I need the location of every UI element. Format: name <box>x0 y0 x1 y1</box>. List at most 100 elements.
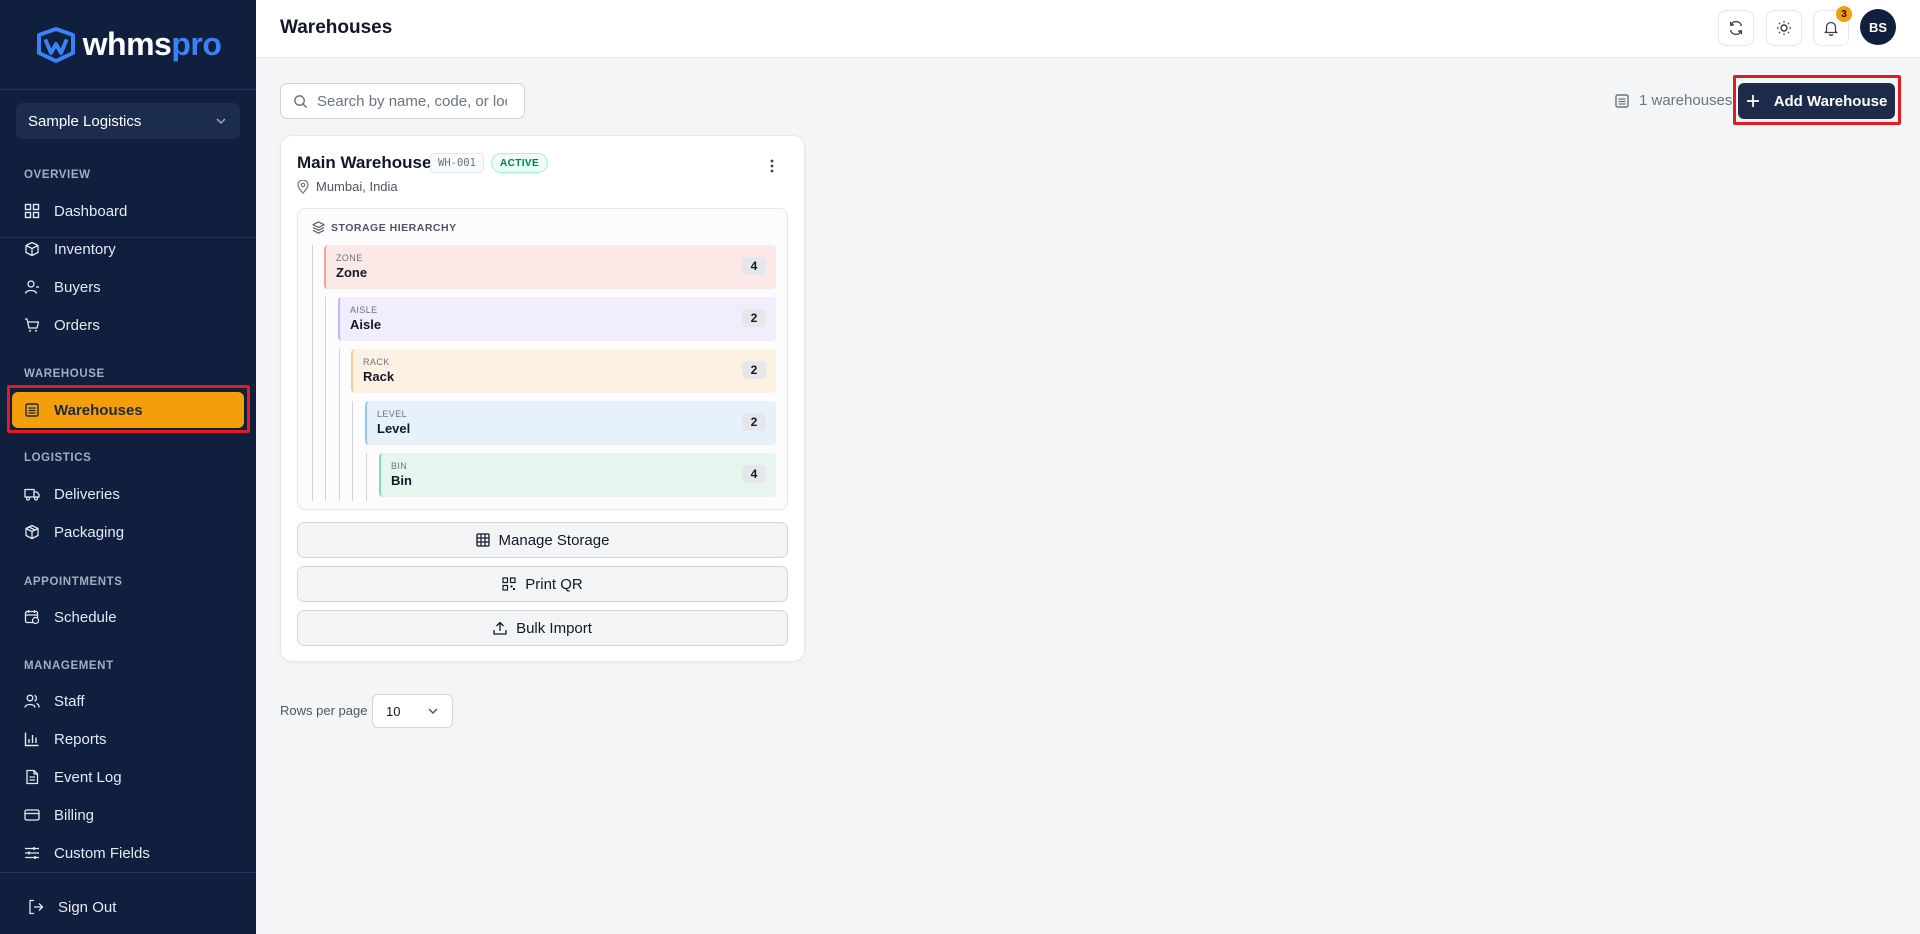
sidebar-item-label: Dashboard <box>54 202 128 220</box>
manage-storage-button[interactable]: Manage Storage <box>297 522 788 558</box>
map-pin-icon <box>297 179 309 194</box>
hierarchy-level-level[interactable]: LEVEL Level 2 <box>365 401 776 445</box>
file-text-icon <box>26 769 39 785</box>
section-label-overview: OVERVIEW <box>24 169 91 181</box>
chevron-down-icon <box>216 118 226 125</box>
sidebar-item-label: Inventory <box>54 240 116 258</box>
hierarchy-level-aisle[interactable]: AISLE Aisle 2 <box>338 297 776 341</box>
notifications-button[interactable]: 3 <box>1813 6 1852 46</box>
sidebar-item-label: Orders <box>54 316 100 334</box>
search-input[interactable] <box>317 92 507 110</box>
section-label-logistics: LOGISTICS <box>24 452 92 464</box>
notification-badge: 3 <box>1836 6 1852 22</box>
sidebar-item-deliveries[interactable]: Deliveries <box>12 476 244 512</box>
package-icon <box>25 241 39 257</box>
hierarchy-level-zone[interactable]: ZONE Zone 4 <box>324 245 776 289</box>
storage-hierarchy-title: STORAGE HIERARCHY <box>312 221 457 234</box>
qr-code-icon <box>502 577 516 591</box>
sign-out-label: Sign Out <box>58 898 117 916</box>
status-badge: ACTIVE <box>491 153 549 173</box>
sliders-icon <box>25 847 39 859</box>
organization-select[interactable]: Sample Logistics <box>16 103 240 139</box>
logo-text: whmspro <box>82 26 222 62</box>
sidebar-item-inventory[interactable]: Inventory <box>12 231 244 267</box>
level-count: 2 <box>742 413 766 431</box>
truck-icon <box>24 488 40 501</box>
warehouse-icon <box>1615 93 1629 108</box>
search-box <box>280 83 525 119</box>
warehouse-code: WH-001 <box>430 153 484 173</box>
top-header: Warehouses 3 BS <box>256 0 1920 58</box>
box-icon <box>25 524 39 540</box>
warehouse-location: Mumbai, India <box>297 179 398 194</box>
refresh-icon <box>1729 20 1743 36</box>
sidebar-item-label: Reports <box>54 730 107 748</box>
sidebar-item-schedule[interactable]: Schedule <box>12 599 244 635</box>
level-count: 4 <box>742 465 766 483</box>
logout-icon <box>29 899 44 915</box>
sidebar-item-packaging[interactable]: Packaging <box>12 514 244 550</box>
sidebar: whmspro Sample Logistics OVERVIEW Dashbo… <box>0 0 256 934</box>
bell-icon <box>1824 21 1838 36</box>
sidebar-item-label: Deliveries <box>54 485 120 503</box>
rows-per-page-label: Rows per page <box>280 703 368 718</box>
organization-select-value: Sample Logistics <box>28 112 142 130</box>
highlight-box-add-warehouse <box>1733 75 1901 125</box>
sidebar-item-dashboard[interactable]: Dashboard <box>12 193 244 229</box>
more-options-button[interactable] <box>764 156 780 176</box>
user-icon <box>24 280 39 294</box>
chevron-down-icon <box>428 708 438 714</box>
grid-icon <box>475 533 490 547</box>
sidebar-item-orders[interactable]: Orders <box>12 307 244 343</box>
warehouse-count: 1 warehouses <box>1614 92 1732 109</box>
logo[interactable]: whmspro <box>0 0 256 90</box>
sidebar-item-label: Staff <box>54 692 85 710</box>
users-icon <box>24 694 40 708</box>
layers-icon <box>312 221 325 234</box>
level-count: 4 <box>742 257 766 275</box>
sidebar-item-label: Packaging <box>54 523 125 541</box>
sidebar-item-billing[interactable]: Billing <box>12 797 244 833</box>
section-label-warehouse: WAREHOUSE <box>24 368 105 380</box>
sun-icon <box>1777 21 1791 35</box>
level-count: 2 <box>742 361 766 379</box>
sidebar-item-label: Event Log <box>54 768 122 786</box>
rows-per-page-select[interactable]: 10 <box>372 694 453 728</box>
sidebar-item-reports[interactable]: Reports <box>12 721 244 757</box>
page-title: Warehouses <box>280 17 393 38</box>
theme-toggle-button[interactable] <box>1766 10 1802 46</box>
hierarchy-level-rack[interactable]: RACK Rack 2 <box>351 349 776 393</box>
sidebar-item-buyers[interactable]: Buyers <box>12 269 244 305</box>
credit-card-icon <box>24 809 40 821</box>
sidebar-item-label: Custom Fields <box>54 844 150 862</box>
upload-icon <box>493 621 507 635</box>
warehouse-card: Main Warehouse WH-001 ACTIVE Mumbai, Ind… <box>280 135 805 662</box>
sidebar-item-label: Schedule <box>54 608 117 626</box>
section-label-management: MANAGEMENT <box>24 660 114 672</box>
section-label-appointments: APPOINTMENTS <box>24 576 123 588</box>
hierarchy-level-bin[interactable]: BIN Bin 4 <box>379 453 776 497</box>
sidebar-item-custom-fields[interactable]: Custom Fields <box>12 835 244 871</box>
refresh-button[interactable] <box>1718 10 1754 46</box>
cart-icon <box>25 318 40 332</box>
warehouse-name[interactable]: Main Warehouse <box>297 153 431 173</box>
warehouse-count-text: 1 warehouses <box>1639 92 1733 109</box>
sidebar-item-label: Buyers <box>54 278 101 296</box>
sign-out-button[interactable]: Sign Out <box>16 889 248 925</box>
highlight-box-sidebar <box>7 385 250 433</box>
print-qr-button[interactable]: Print QR <box>297 566 788 602</box>
sidebar-item-label: Billing <box>54 806 95 824</box>
bulk-import-button[interactable]: Bulk Import <box>297 610 788 646</box>
rows-per-page-value: 10 <box>386 703 401 719</box>
storage-hierarchy: STORAGE HIERARCHY ZONE Zone 4 AISLE Aisl… <box>297 208 788 510</box>
sidebar-item-staff[interactable]: Staff <box>12 683 244 719</box>
warehouse-location-text: Mumbai, India <box>316 179 398 194</box>
dashboard-icon <box>24 203 40 219</box>
calendar-clock-icon <box>24 610 40 625</box>
bar-chart-icon <box>24 732 39 747</box>
more-vertical-icon <box>770 159 774 173</box>
avatar[interactable]: BS <box>1860 9 1896 45</box>
search-icon <box>294 94 308 108</box>
level-count: 2 <box>742 309 766 327</box>
sidebar-item-event-log[interactable]: Event Log <box>12 759 244 795</box>
